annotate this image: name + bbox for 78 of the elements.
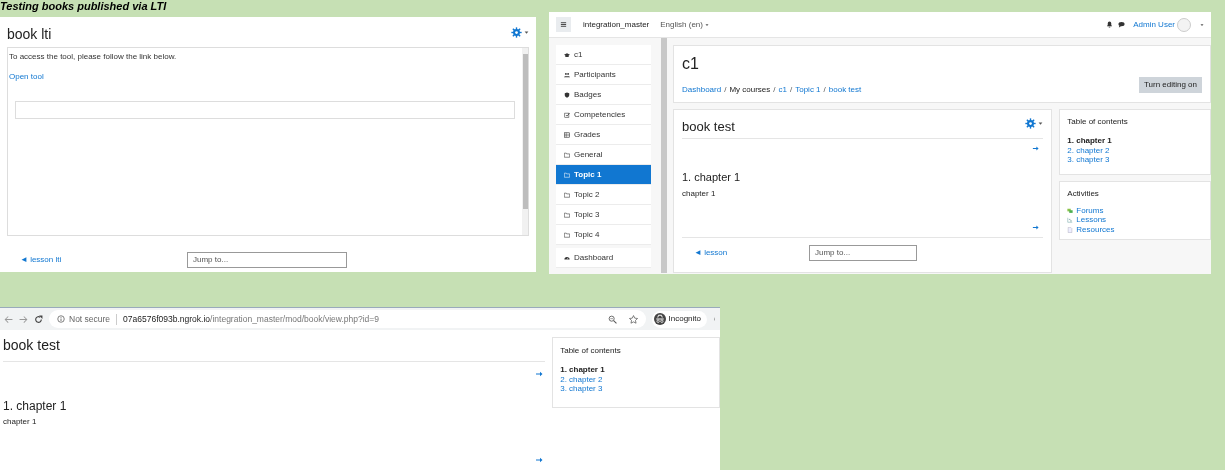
breadcrumb-separator: / xyxy=(724,84,727,96)
card-title: Table of contents xyxy=(560,345,622,357)
folder-icon xyxy=(564,151,570,158)
chapter-text: chapter 1 xyxy=(3,416,38,428)
chapter-text: chapter 1 xyxy=(682,187,717,200)
user-name-link[interactable]: Admin User xyxy=(1133,18,1175,31)
page-title: book lti xyxy=(7,27,52,41)
shield-icon xyxy=(564,91,570,98)
toc-link[interactable]: 3. chapter 3 xyxy=(560,384,603,394)
people-icon xyxy=(564,71,570,78)
breadcrumb-separator: / xyxy=(773,84,776,96)
bell-icon xyxy=(1106,21,1114,28)
info-icon xyxy=(57,315,65,323)
chapter-heading: 1. chapter 1 xyxy=(682,170,742,185)
back-arrow-icon xyxy=(4,314,13,324)
activity-link[interactable]: Forums xyxy=(1076,204,1104,217)
checkbox-icon xyxy=(564,111,570,118)
card-title: Table of contents xyxy=(1067,116,1129,128)
sidebar-item[interactable]: Topic 1 xyxy=(556,165,651,185)
breadcrumb-link[interactable]: Topic 1 xyxy=(795,84,821,96)
site-name[interactable]: integration_master xyxy=(583,18,650,31)
scrollbar[interactable] xyxy=(522,48,528,235)
zoom-icon xyxy=(607,314,617,324)
course-title: c1 xyxy=(682,56,700,72)
card-title: Activities xyxy=(1067,188,1100,200)
mortarboard-icon xyxy=(564,51,570,58)
url-text: 07a6576f093b.ngrok.io/integration_master/mod/book/view.php?id=9 xyxy=(123,312,379,326)
folder-icon xyxy=(564,171,570,178)
chat-bubble-icon xyxy=(1118,21,1126,28)
jump-select[interactable]: Jump to... xyxy=(809,244,917,261)
next-arrow-icon xyxy=(1032,145,1040,152)
folder-icon xyxy=(564,191,570,198)
gear-icon xyxy=(1025,118,1037,129)
next-arrow-icon xyxy=(535,456,544,464)
toc-link[interactable]: 1. chapter 1 xyxy=(560,365,605,375)
gear-icon xyxy=(511,27,522,38)
caret-icon xyxy=(524,30,529,35)
menu-button[interactable] xyxy=(556,17,571,32)
toc-link[interactable]: 3. chapter 3 xyxy=(1067,155,1110,165)
caret-icon xyxy=(704,22,709,27)
breadcrumb-link[interactable]: book test xyxy=(828,84,862,96)
toc-link[interactable]: 1. chapter 1 xyxy=(1067,136,1112,146)
turn-editing-button[interactable]: Turn editing on xyxy=(1138,77,1202,93)
toc-link[interactable]: 2. chapter 2 xyxy=(1067,145,1110,155)
folder-icon xyxy=(564,211,570,218)
menu-icon xyxy=(560,21,567,28)
breadcrumb-separator: / xyxy=(823,84,826,96)
breadcrumb-link[interactable]: c1 xyxy=(778,84,787,96)
next-arrow-icon xyxy=(1032,223,1040,231)
caret-icon xyxy=(1038,121,1044,126)
security-label: Not secure xyxy=(69,312,111,326)
next-arrow-icon xyxy=(535,370,544,378)
folder-icon xyxy=(564,231,570,238)
incognito-badge[interactable]: Incognito xyxy=(651,310,707,328)
breadcrumb-item: My courses xyxy=(729,84,771,96)
book-title: book test xyxy=(682,118,735,134)
breadcrumb-link[interactable]: Dashboard xyxy=(682,84,722,96)
dashboard-icon xyxy=(564,254,570,261)
document-icon xyxy=(1067,226,1074,233)
address-bar[interactable]: Not secure 07a6576f093b.ngrok.io/integration_master/mod/book/view.php?id=9 xyxy=(49,310,646,328)
instruction-text: To access the tool, please follow the link below. xyxy=(9,51,178,63)
reload-icon xyxy=(34,314,43,324)
forum-icon xyxy=(1067,207,1074,214)
caption: Testing books published via LTI xyxy=(0,1,167,12)
book-title: book test xyxy=(3,337,546,362)
star-icon xyxy=(628,314,638,324)
open-tool-link[interactable]: Open tool xyxy=(9,71,44,83)
previous-link[interactable]: ◄ lesson lti xyxy=(20,254,187,266)
incognito-icon xyxy=(653,313,666,325)
language-menu[interactable]: English (en) xyxy=(660,18,709,31)
toc-link[interactable]: 2. chapter 2 xyxy=(560,374,603,384)
chapter-heading: 1. chapter 1 xyxy=(3,398,68,415)
jump-select[interactable]: Jump to... xyxy=(187,252,347,268)
previous-link[interactable]: ◄ lesson xyxy=(694,246,809,259)
breadcrumb-separator: / xyxy=(789,84,793,96)
forward-arrow-icon xyxy=(19,314,28,324)
table-icon xyxy=(564,131,570,138)
scrollbar[interactable] xyxy=(661,38,667,273)
